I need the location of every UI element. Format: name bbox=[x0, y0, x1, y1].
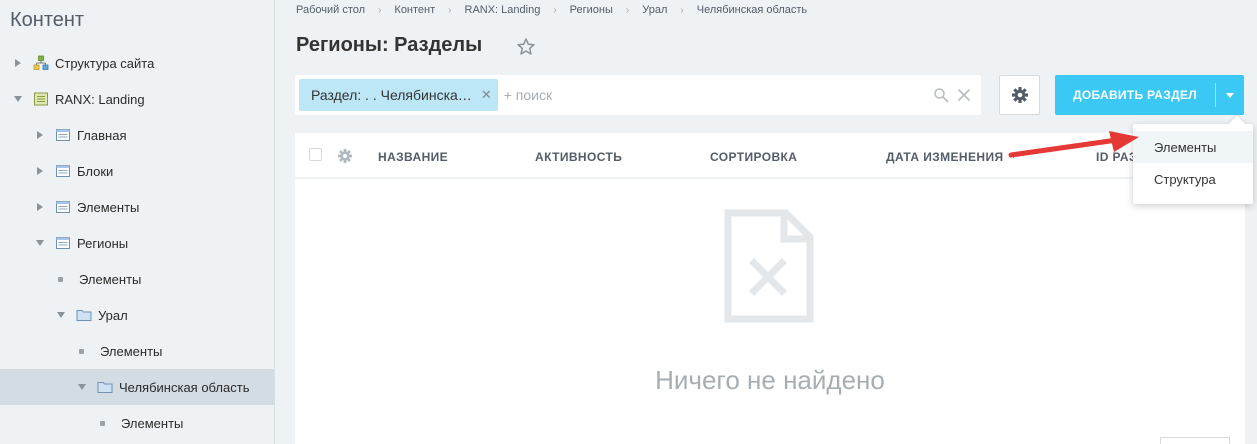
iblock-icon bbox=[56, 201, 70, 213]
collapse-arrow-icon[interactable] bbox=[77, 382, 87, 392]
add-section-dropdown-toggle[interactable] bbox=[1216, 75, 1244, 115]
column-header-activity[interactable]: АКТИВНОСТЬ bbox=[535, 150, 622, 164]
chevron-right-icon: › bbox=[680, 4, 684, 16]
filter-chip-label: Раздел: . . Челябинска… bbox=[311, 87, 472, 103]
data-grid: НАЗВАНИЕ АКТИВНОСТЬ СОРТИРОВКА ДАТА ИЗМЕ… bbox=[295, 133, 1245, 444]
settings-button[interactable] bbox=[999, 75, 1040, 115]
gear-icon bbox=[1011, 87, 1028, 103]
iblock-icon bbox=[56, 129, 70, 141]
chevron-right-icon: › bbox=[625, 4, 630, 16]
sidebar-item-regions-elements[interactable]: Элементы bbox=[0, 261, 274, 297]
bullet-icon bbox=[58, 276, 63, 282]
sidebar-item-ural-elements[interactable]: Элементы bbox=[0, 333, 274, 369]
folder-icon bbox=[97, 382, 113, 393]
filter-chip-section[interactable]: Раздел: . . Челябинска… ✕ bbox=[299, 79, 498, 111]
sidebar-item-label: RANX: Landing bbox=[55, 91, 145, 107]
breadcrumb-item[interactable]: RANX: Landing bbox=[465, 4, 541, 16]
bullet-icon bbox=[100, 420, 105, 426]
sidebar-tree: Структура сайта RANX: Landing Главная Бл… bbox=[0, 45, 274, 441]
star-icon[interactable] bbox=[516, 37, 536, 57]
breadcrumb-item[interactable]: Контент bbox=[394, 4, 435, 16]
expand-arrow-icon[interactable] bbox=[35, 166, 45, 176]
select-all-checkbox[interactable] bbox=[309, 148, 322, 161]
iblock-icon bbox=[56, 237, 70, 249]
sidebar-item-label: Урал bbox=[98, 307, 128, 323]
sidebar-item-chelyabinsk[interactable]: Челябинская область bbox=[0, 369, 274, 405]
sidebar-item-label: Главная bbox=[77, 127, 127, 143]
menu-item-structure[interactable]: Структура bbox=[1133, 163, 1253, 195]
column-header-label: ДАТА ИЗМЕНЕНИЯ bbox=[886, 150, 1004, 164]
breadcrumb-item[interactable]: Челябинская область bbox=[697, 4, 807, 16]
column-header-date-modified[interactable]: ДАТА ИЗМЕНЕНИЯ bbox=[886, 150, 1018, 164]
sidebar-item-ranx-landing[interactable]: RANX: Landing bbox=[0, 81, 274, 117]
chevron-right-icon: › bbox=[378, 4, 382, 16]
grid-settings-gear-icon[interactable] bbox=[337, 148, 353, 164]
sidebar-item-label: Блоки bbox=[77, 163, 114, 179]
add-section-label: ДОБАВИТЬ РАЗДЕЛ bbox=[1073, 88, 1197, 102]
folder-icon bbox=[76, 310, 92, 321]
filter-bar: Раздел: . . Челябинска… ✕ bbox=[295, 75, 981, 115]
bullet-icon bbox=[79, 348, 84, 354]
sidebar-item-regions[interactable]: Регионы bbox=[0, 225, 274, 261]
page-title: Регионы: Разделы bbox=[296, 34, 483, 56]
breadcrumb-item[interactable]: Регионы bbox=[570, 4, 613, 16]
pagination-control[interactable] bbox=[1160, 437, 1230, 444]
column-header-sort[interactable]: СОРТИРОВКА bbox=[710, 150, 797, 164]
sidebar-item-label: Элементы bbox=[79, 271, 142, 287]
chevron-right-icon: › bbox=[553, 4, 557, 16]
close-icon[interactable]: ✕ bbox=[481, 87, 492, 103]
breadcrumb: Рабочий стол › Контент › RANX: Landing ›… bbox=[296, 4, 807, 16]
sidebar-item-blocks[interactable]: Блоки bbox=[0, 153, 274, 189]
sidebar-item-site-structure[interactable]: Структура сайта bbox=[0, 45, 274, 81]
iblock-icon bbox=[56, 165, 70, 177]
search-input[interactable] bbox=[503, 80, 933, 110]
sidebar-item-label: Структура сайта bbox=[55, 55, 155, 71]
empty-state-text: Ничего не найдено bbox=[655, 365, 885, 395]
add-section-menu: Элементы Структура bbox=[1133, 115, 1253, 204]
sidebar-title: Контент bbox=[10, 9, 85, 31]
add-section-button[interactable]: ДОБАВИТЬ РАЗДЕЛ bbox=[1055, 75, 1244, 115]
sidebar-item-label: Регионы bbox=[77, 235, 129, 251]
site-structure-icon bbox=[33, 55, 49, 70]
collapse-arrow-icon[interactable] bbox=[56, 310, 66, 320]
chevron-right-icon: › bbox=[448, 4, 452, 16]
sidebar-item-label: Элементы bbox=[100, 343, 163, 359]
expand-arrow-icon[interactable] bbox=[35, 202, 45, 212]
sidebar-item-main[interactable]: Главная bbox=[0, 117, 274, 153]
search-icon[interactable] bbox=[933, 87, 949, 103]
breadcrumb-item[interactable]: Урал bbox=[642, 4, 667, 16]
caret-down-icon bbox=[1226, 92, 1234, 98]
sidebar-item-label: Челябинская область bbox=[119, 379, 250, 395]
breadcrumb-item[interactable]: Рабочий стол bbox=[296, 4, 365, 16]
menu-item-elements[interactable]: Элементы bbox=[1133, 131, 1253, 163]
column-header-name[interactable]: НАЗВАНИЕ bbox=[378, 150, 448, 164]
sidebar-item-label: Элементы bbox=[77, 199, 140, 215]
sidebar-item-label: Элементы bbox=[121, 415, 184, 431]
empty-file-icon bbox=[724, 209, 814, 323]
expand-arrow-icon[interactable] bbox=[13, 58, 23, 68]
clear-icon[interactable] bbox=[957, 88, 971, 102]
sidebar-item-chelyabinsk-elements[interactable]: Элементы bbox=[0, 405, 274, 441]
collapse-arrow-icon[interactable] bbox=[35, 238, 45, 248]
sidebar-item-ural[interactable]: Урал bbox=[0, 297, 274, 333]
sidebar-item-elements[interactable]: Элементы bbox=[0, 189, 274, 225]
expand-arrow-icon[interactable] bbox=[35, 130, 45, 140]
collapse-arrow-icon[interactable] bbox=[13, 94, 23, 104]
menu-pointer bbox=[1228, 115, 1246, 133]
iblock-type-icon bbox=[34, 92, 48, 106]
sidebar: Контент Структура сайта RANX: Landing Гл… bbox=[0, 0, 275, 444]
annotation-arrow-icon bbox=[1008, 131, 1139, 158]
empty-state: Ничего не найдено bbox=[295, 181, 1245, 444]
